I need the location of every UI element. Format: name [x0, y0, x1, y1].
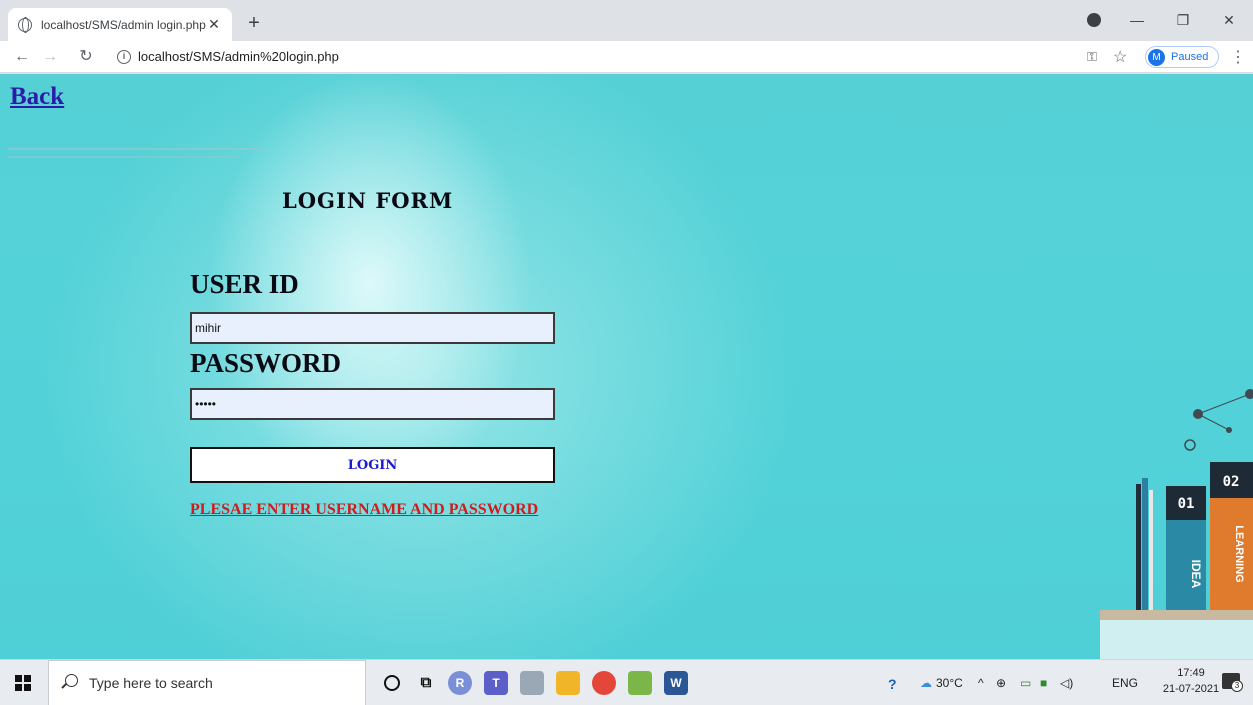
tray-expand-icon[interactable]: ^ [978, 676, 984, 690]
r-app-icon[interactable]: R [448, 671, 472, 695]
book-spine [1142, 478, 1148, 610]
books-illustration: 01 IDEA 02 LEARNING [1100, 389, 1253, 659]
notepad-icon[interactable] [628, 671, 652, 695]
windows-start-icon[interactable] [15, 675, 31, 691]
login-button[interactable]: LOGIN [190, 447, 555, 483]
password-label: PASSWORD [190, 348, 342, 378]
shelf [1100, 610, 1253, 620]
network-link [1197, 413, 1230, 431]
search-icon [65, 674, 78, 687]
book-number-01: 01 [1178, 496, 1195, 512]
profile-status: Paused [1171, 51, 1209, 63]
globe-icon [18, 17, 32, 33]
lightbulb-icon [1184, 439, 1196, 451]
taskbar: Type here to search ⧉ R T W ? ☁ 30°C ^ ⊕… [0, 659, 1253, 705]
decorative-line [8, 148, 263, 150]
close-window-button[interactable]: ✕ [1206, 6, 1252, 36]
network-icon[interactable]: ⊕ [996, 676, 1006, 690]
info-icon[interactable]: i [117, 50, 131, 64]
user-id-input[interactable] [190, 312, 555, 344]
kebab-menu-icon[interactable]: ⋮ [1230, 47, 1246, 67]
search-placeholder: Type here to search [89, 675, 213, 691]
word-icon[interactable]: W [664, 671, 688, 695]
book-title-idea: IDEA [1189, 560, 1203, 589]
restore-button[interactable]: ❐ [1160, 6, 1206, 36]
teams-icon[interactable]: T [484, 671, 508, 695]
volume-icon[interactable]: ◁) [1060, 676, 1073, 690]
book-title-learning: LEARNING [1233, 525, 1245, 582]
chrome-icon[interactable] [592, 671, 616, 695]
browser-tab-strip: localhost/SMS/admin login.php ✕ + — ❐ ✕ [0, 0, 1253, 41]
notification-count: 3 [1231, 680, 1243, 692]
weather-temperature[interactable]: 30°C [936, 676, 963, 690]
file-explorer-icon[interactable] [556, 671, 580, 695]
star-icon[interactable]: ☆ [1113, 47, 1127, 67]
page-viewport: Back LOGIN FORM USER ID PASSWORD LOGIN P… [0, 74, 1253, 659]
language-indicator[interactable]: ENG [1112, 676, 1138, 690]
back-arrow-icon[interactable]: ← [10, 45, 34, 69]
clock-time: 17:49 [1177, 667, 1205, 679]
forward-arrow-icon[interactable]: → [38, 45, 62, 69]
minimize-button[interactable]: — [1114, 6, 1160, 36]
weather-icon[interactable]: ☁ [920, 676, 932, 690]
decorative-line [8, 156, 238, 158]
battery-icon[interactable]: ▭ [1020, 676, 1031, 690]
book-number-02: 02 [1223, 474, 1240, 490]
key-icon[interactable]: ⚿ [1087, 49, 1097, 65]
tab-close-button[interactable]: ✕ [206, 16, 222, 33]
book-spine [1136, 484, 1141, 610]
book-spine [1149, 490, 1153, 610]
new-tab-button[interactable]: + [240, 10, 268, 38]
browser-tab[interactable]: localhost/SMS/admin login.php ✕ [8, 8, 232, 41]
clock[interactable]: 17:49 21-07-2021 [1161, 665, 1221, 697]
page-title: LOGIN FORM [282, 188, 454, 213]
security-icon[interactable]: ■ [1040, 676, 1047, 690]
profile-button[interactable]: M Paused [1145, 46, 1219, 68]
record-icon [1087, 13, 1101, 27]
network-link [1197, 393, 1251, 415]
cortana-icon[interactable] [384, 675, 400, 691]
browser-toolbar: ← → ↻ i localhost/SMS/admin%20login.php … [0, 41, 1253, 73]
back-link[interactable]: Back [10, 83, 64, 111]
task-view-icon[interactable]: ⧉ [414, 671, 438, 695]
avatar: M [1148, 48, 1165, 66]
help-icon[interactable]: ? [888, 676, 897, 692]
taskbar-search-box[interactable]: Type here to search [48, 660, 366, 705]
shelf-front [1100, 620, 1253, 659]
app-window-icon[interactable] [520, 671, 544, 695]
tab-title: localhost/SMS/admin login.php [41, 17, 206, 32]
user-id-label: USER ID [190, 269, 299, 299]
clock-date: 21-07-2021 [1162, 683, 1220, 695]
reload-icon[interactable]: ↻ [74, 45, 98, 69]
password-input[interactable] [190, 388, 555, 420]
error-message: PLESAE ENTER USERNAME AND PASSWORD [190, 501, 539, 518]
address-bar[interactable]: localhost/SMS/admin%20login.php [138, 49, 339, 64]
notification-icon[interactable]: 3 [1222, 673, 1243, 692]
